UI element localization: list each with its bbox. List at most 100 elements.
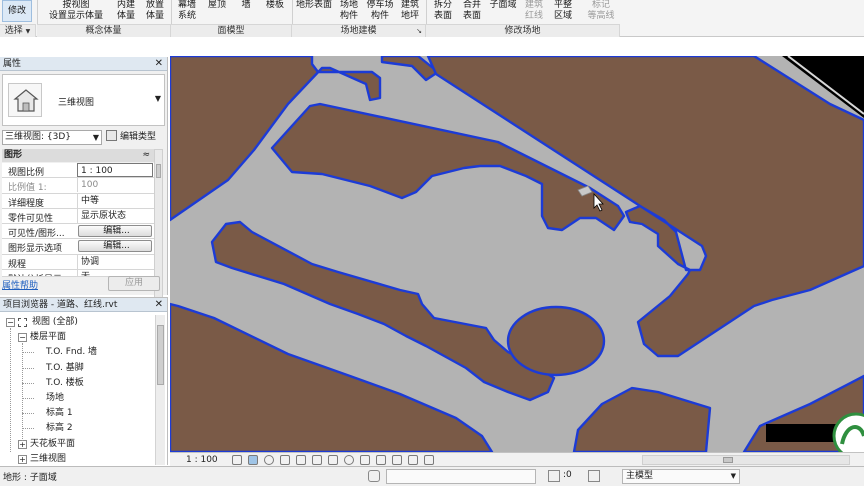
tree-item[interactable]: − 视图 (全部) [0, 315, 150, 330]
parts-visibility-value[interactable]: 显示原状态 [77, 208, 154, 223]
building-pad-button[interactable]: 建筑 地坪 [398, 0, 422, 22]
visual-style-icon[interactable] [248, 455, 258, 465]
subregion-button[interactable]: 子面域 [487, 0, 519, 22]
detail-level-icon[interactable] [232, 455, 242, 465]
tree-connector [22, 413, 34, 415]
detail-level-value[interactable]: 中等 [77, 193, 154, 208]
property-key: 比例值 1: [8, 183, 47, 194]
show-mass-button[interactable]: 按视图 设置显示体量 [44, 0, 108, 22]
roof-label: 屋顶 [207, 0, 226, 10]
modify-button[interactable]: 修改 [2, 0, 32, 22]
merge-surfaces-label-1: 合并 [462, 0, 481, 10]
temporary-hide-icon[interactable] [344, 455, 354, 465]
toposurface-button[interactable]: 地形表面 [295, 0, 333, 22]
highlight-icon[interactable] [392, 455, 402, 465]
split-surface-button[interactable]: 拆分 表面 [431, 0, 455, 22]
category-label: 图形 [4, 150, 23, 160]
active-workset-value: 主模型 [626, 471, 654, 481]
label-contours-label-2: 等高线 [587, 11, 615, 21]
view-scale-control[interactable]: 1 : 100 [186, 453, 218, 467]
status-bar: 地形 : 子面域 :0 主模型 ▼ [0, 466, 864, 486]
tree-item-label: T.O. 基脚 [46, 362, 84, 373]
label-contours-button[interactable]: 标记 等高线 [584, 0, 618, 22]
collapse-icon[interactable]: − [6, 318, 15, 327]
scroll-thumb[interactable] [157, 325, 164, 385]
site-model [170, 56, 864, 452]
merge-surfaces-label-2: 表面 [462, 11, 481, 21]
status-message: 地形 : 子面域 [3, 473, 57, 483]
property-row: 零件可见性 显示原状态 [2, 208, 154, 225]
parking-component-button[interactable]: 停车场 构件 [365, 0, 395, 22]
analysis-icon[interactable] [376, 455, 386, 465]
properties-help-link[interactable]: 属性帮助 [2, 278, 38, 291]
shadows-icon[interactable] [280, 455, 290, 465]
wall-button[interactable]: 墙 [238, 0, 254, 22]
modify-label: 修改 [7, 6, 26, 16]
in-place-mass-button[interactable]: 内建 体量 [112, 0, 140, 22]
close-icon[interactable]: ✕ [155, 298, 163, 312]
tree-item[interactable]: + 三维视图 [0, 452, 150, 467]
3d-view-canvas[interactable] [170, 56, 864, 452]
tree-item-label: 楼层平面 [30, 332, 67, 343]
terrain-regions [170, 56, 864, 452]
label-contours-label-1: 标记 [591, 0, 610, 10]
property-row: 比例值 1: 100 [2, 178, 154, 194]
filter-icon[interactable] [548, 470, 560, 482]
panel-conceptual-mass: 概念体量 [37, 24, 171, 37]
sun-path-icon[interactable] [264, 455, 274, 465]
render-icon[interactable] [408, 455, 418, 465]
property-line-button[interactable]: 建筑 红线 [522, 0, 546, 22]
property-key: 默认分析显示... [8, 272, 71, 276]
scroll-thumb[interactable] [156, 164, 161, 178]
visibility-graphics-edit-button[interactable]: 编辑... [78, 225, 152, 238]
tree-connector [22, 343, 23, 443]
panel-site-modeling-label: 场地建模 [340, 26, 377, 36]
crop-view-icon[interactable] [296, 455, 306, 465]
chevron-down-icon[interactable]: ▼ [155, 94, 161, 103]
browser-scrollbar[interactable] [155, 315, 165, 465]
dialog-launcher-icon[interactable]: ↘ [416, 25, 422, 38]
show-mass-label-2: 设置显示体量 [48, 11, 103, 21]
editable-only-icon[interactable] [588, 470, 600, 482]
show-crop-icon[interactable] [312, 455, 322, 465]
view-instance-selector[interactable]: 三维视图: {3D} ▼ [2, 130, 102, 145]
curtain-system-button[interactable]: 幕墙 系统 [175, 0, 199, 22]
property-key: 详细程度 [8, 198, 45, 209]
apply-button[interactable]: 应用 [108, 276, 160, 291]
view-scale-input[interactable]: 1 : 100 [77, 163, 153, 177]
graded-region-button[interactable]: 平整 区域 [551, 0, 575, 22]
worksharing-icon[interactable] [368, 470, 380, 482]
graphic-display-edit-button[interactable]: 编辑... [78, 240, 152, 253]
show-mass-label-1: 按视图 [62, 0, 90, 10]
place-mass-label-1: 放置 [145, 0, 164, 10]
select-panel[interactable]: 选择 ▼ [0, 24, 36, 37]
floor-button[interactable]: 楼板 [263, 0, 287, 22]
collapse-icon[interactable]: ≈ [142, 149, 150, 162]
floor-label: 楼板 [265, 0, 284, 10]
edit-type-icon [106, 130, 117, 141]
views-icon [18, 318, 27, 327]
discipline-value[interactable]: 协调 [77, 254, 154, 269]
category-graphics[interactable]: 图形 ≈ [2, 149, 154, 162]
constraints-icon[interactable] [424, 455, 434, 465]
collapse-icon[interactable]: − [18, 333, 27, 343]
site-component-button[interactable]: 场地 构件 [337, 0, 361, 22]
reveal-hidden-icon[interactable] [360, 455, 370, 465]
close-icon[interactable]: ✕ [155, 57, 163, 71]
tree-connector [22, 382, 34, 384]
in-place-mass-label-1: 内建 [116, 0, 135, 10]
scroll-thumb[interactable] [723, 457, 733, 463]
place-mass-button[interactable]: 放置 体量 [142, 0, 168, 22]
merge-surfaces-button[interactable]: 合并 表面 [460, 0, 484, 22]
horizontal-scrollbar[interactable] [642, 455, 850, 465]
property-line-label-1: 建筑 [524, 0, 543, 10]
properties-title: 属性 [3, 59, 22, 69]
lock-3d-icon[interactable] [328, 455, 338, 465]
type-selector[interactable]: 三维视图 ▼ [2, 74, 165, 126]
roof-button[interactable]: 屋顶 [206, 0, 228, 22]
property-key: 规程 [8, 259, 27, 270]
split-surface-label-2: 表面 [433, 11, 452, 21]
expand-icon[interactable]: + [18, 454, 27, 464]
edit-type-button[interactable]: 编辑类型 [106, 130, 156, 145]
active-workset-select[interactable]: 主模型 ▼ [622, 469, 740, 484]
